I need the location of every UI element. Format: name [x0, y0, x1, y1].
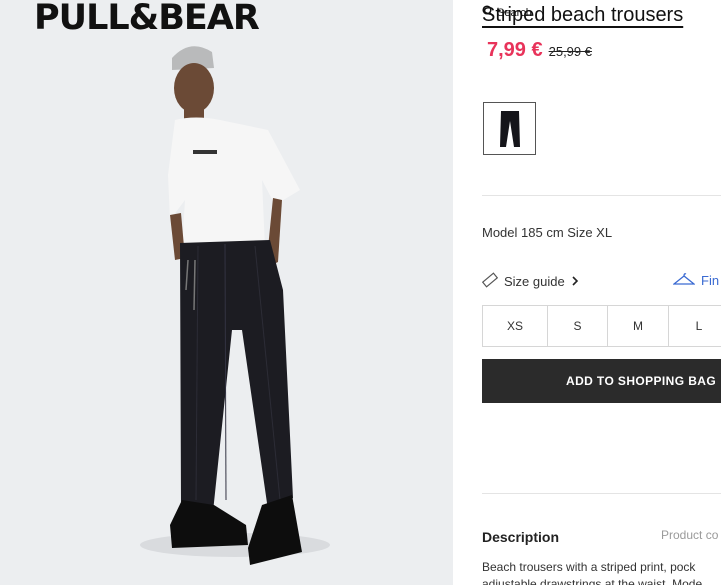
- trousers-thumbnail-icon: [499, 110, 520, 147]
- size-option-s[interactable]: S: [547, 305, 608, 347]
- size-option-l[interactable]: L: [668, 305, 721, 347]
- search-icon: [482, 5, 494, 20]
- original-price: 25,99 €: [548, 44, 592, 59]
- color-swatch-thumbnail[interactable]: [483, 102, 536, 155]
- add-to-bag-button[interactable]: ADD TO SHOPPING BAG: [482, 359, 721, 403]
- chevron-right-icon: [571, 274, 579, 289]
- product-code-label: Product co: [661, 528, 719, 542]
- hanger-icon: [672, 272, 696, 289]
- find-size-label: Fin: [701, 273, 720, 288]
- product-details-panel: Striped beach trousers Search 7,99 € 25,…: [453, 0, 721, 585]
- size-option-m[interactable]: M: [607, 305, 669, 347]
- brand-logo[interactable]: PULL&BEAR: [34, 0, 260, 38]
- model-figure: [140, 46, 330, 565]
- divider: [482, 195, 721, 196]
- description-text: Beach trousers with a striped print, poc…: [482, 560, 703, 585]
- ruler-icon: [481, 272, 499, 291]
- divider: [482, 493, 721, 494]
- description-heading[interactable]: Description: [482, 529, 559, 545]
- size-guide-link[interactable]: Size guide: [481, 272, 579, 291]
- size-selector: XS S M L: [482, 305, 721, 347]
- price-row: 7,99 € 25,99 €: [487, 39, 592, 62]
- product-photo[interactable]: PULL&BEAR: [0, 0, 453, 585]
- size-option-xs[interactable]: XS: [482, 305, 548, 347]
- find-size-link[interactable]: Fin: [672, 272, 720, 289]
- size-guide-label: Size guide: [504, 274, 565, 289]
- model-info: Model 185 cm Size XL: [482, 225, 613, 240]
- search-label: Search: [497, 6, 532, 19]
- sale-price: 7,99 €: [487, 39, 543, 61]
- search-button[interactable]: Search: [482, 5, 532, 20]
